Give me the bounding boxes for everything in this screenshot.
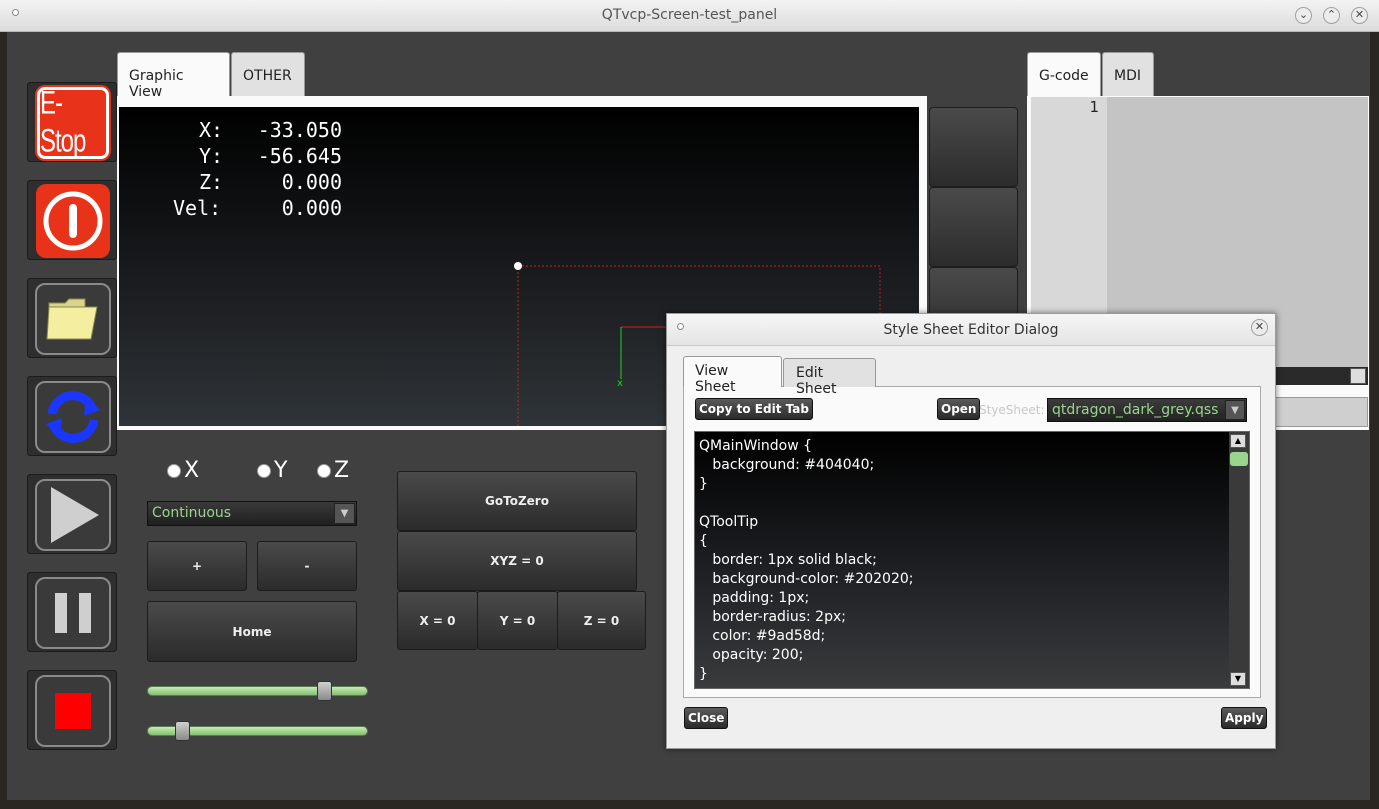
slider-handle[interactable]	[174, 721, 190, 741]
stop-button[interactable]	[27, 670, 117, 750]
code-line: QToolTip	[699, 514, 759, 530]
power-button[interactable]	[27, 180, 117, 260]
dialog-close-icon[interactable]: ✕	[1251, 319, 1268, 336]
tab-other[interactable]: OTHER	[231, 52, 305, 96]
tab-edit-sheet[interactable]: Edit Sheet	[783, 358, 876, 397]
home-button[interactable]: Home	[147, 601, 357, 662]
code-line: }	[699, 476, 708, 492]
stylesheet-label: StyeSheet:	[979, 403, 1045, 417]
jog-mode-select[interactable]: Continuous ▼	[147, 501, 357, 526]
power-icon	[36, 184, 110, 258]
dialog-apply-button[interactable]: Apply	[1221, 707, 1268, 729]
window-title: QTvcp-Screen-test_panel	[601, 7, 778, 23]
maximize-button[interactable]: ⌃	[1323, 7, 1340, 24]
xyz-zero-button[interactable]: XYZ = 0	[397, 531, 637, 591]
estop-button[interactable]: E-Stop	[27, 82, 117, 162]
axis-x-label: X	[184, 458, 200, 483]
goto-zero-button[interactable]: GoToZero	[397, 471, 637, 531]
window-titlebar: QTvcp-Screen-test_panel ⌄ ⌃ ✕	[0, 0, 1379, 32]
scroll-thumb[interactable]	[1230, 452, 1248, 466]
axis-y-label: Y	[274, 458, 288, 483]
code-line: opacity: 200;	[699, 647, 804, 663]
radio-axis-y[interactable]: Y	[257, 458, 287, 483]
play-icon	[51, 487, 99, 543]
minimize-button[interactable]: ⌄	[1295, 7, 1312, 24]
code-line: {	[699, 533, 708, 549]
chevron-down-icon[interactable]: ▼	[1225, 400, 1245, 420]
code-line: color: #9ad58d;	[699, 628, 826, 644]
scroll-right-icon[interactable]	[1350, 368, 1366, 384]
reload-button[interactable]	[27, 376, 117, 456]
radio-axis-z[interactable]: Z	[317, 458, 349, 483]
scroll-down-icon[interactable]: ▼	[1230, 672, 1246, 686]
view-button-1[interactable]	[929, 107, 1018, 187]
estop-icon: E-Stop	[37, 85, 109, 160]
pause-icon	[55, 593, 91, 633]
stylesheet-value: qtdragon_dark_grey.qss	[1052, 402, 1219, 418]
stop-icon	[55, 693, 91, 729]
dialog-menu-icon[interactable]	[677, 323, 684, 330]
stylesheet-select[interactable]: qtdragon_dark_grey.qss ▼	[1047, 398, 1247, 422]
copy-to-edit-button[interactable]: Copy to Edit Tab	[695, 398, 813, 420]
folder-icon	[46, 298, 98, 340]
reload-icon	[46, 391, 100, 443]
dialog-title: Style Sheet Editor Dialog	[667, 314, 1275, 346]
chevron-down-icon[interactable]: ▼	[334, 503, 355, 524]
code-line: border: 1px solid black;	[699, 552, 877, 568]
stylesheet-text: QMainWindow { background: #404040;} QToo…	[699, 437, 914, 684]
jog-minus-button[interactable]: -	[257, 541, 357, 591]
x-zero-button[interactable]: X = 0	[397, 591, 478, 650]
pause-button[interactable]	[27, 572, 117, 652]
close-window-button[interactable]: ✕	[1351, 7, 1368, 24]
tab-graphic-view[interactable]: Graphic View	[117, 52, 230, 100]
vertical-scrollbar[interactable]: ▲ ▼	[1229, 432, 1249, 688]
tab-gcode[interactable]: G-code	[1027, 52, 1101, 96]
radio-dot	[257, 463, 271, 478]
radio-dot	[167, 463, 181, 478]
stylesheet-dialog: Style Sheet Editor Dialog ✕ View Sheet E…	[666, 313, 1276, 749]
z-zero-button[interactable]: Z = 0	[557, 591, 646, 650]
scroll-up-icon[interactable]: ▲	[1230, 434, 1246, 448]
gcode-line-number: 1	[1089, 98, 1099, 116]
code-line: background: #404040;	[699, 457, 875, 473]
code-line: }	[699, 666, 708, 682]
code-line: border-radius: 2px;	[699, 609, 846, 625]
feed-rate-slider[interactable]	[147, 721, 368, 741]
run-button[interactable]	[27, 474, 117, 554]
open-file-button[interactable]	[27, 278, 117, 358]
slider-handle[interactable]	[317, 681, 333, 701]
svg-text:x: x	[617, 378, 623, 389]
open-sheet-button[interactable]: Open	[937, 398, 981, 420]
estop-label: E-Stop	[40, 85, 86, 160]
code-line: QMainWindow {	[699, 438, 812, 454]
radio-axis-x[interactable]: X	[167, 458, 199, 483]
tab-view-sheet[interactable]: View Sheet	[683, 356, 782, 395]
view-button-2[interactable]	[929, 187, 1018, 267]
stylesheet-viewer[interactable]: QMainWindow { background: #404040;} QToo…	[694, 431, 1250, 689]
radio-dot	[317, 463, 331, 478]
jog-rate-slider[interactable]	[147, 681, 368, 701]
jog-plus-button[interactable]: +	[147, 541, 247, 591]
y-zero-button[interactable]: Y = 0	[477, 591, 558, 650]
code-line: padding: 1px;	[699, 590, 810, 606]
jog-mode-value: Continuous	[152, 505, 232, 521]
dialog-close-button[interactable]: Close	[684, 707, 729, 729]
tab-mdi[interactable]: MDI	[1102, 52, 1154, 96]
code-line: background-color: #202020;	[699, 571, 914, 587]
axis-z-label: Z	[334, 458, 350, 483]
